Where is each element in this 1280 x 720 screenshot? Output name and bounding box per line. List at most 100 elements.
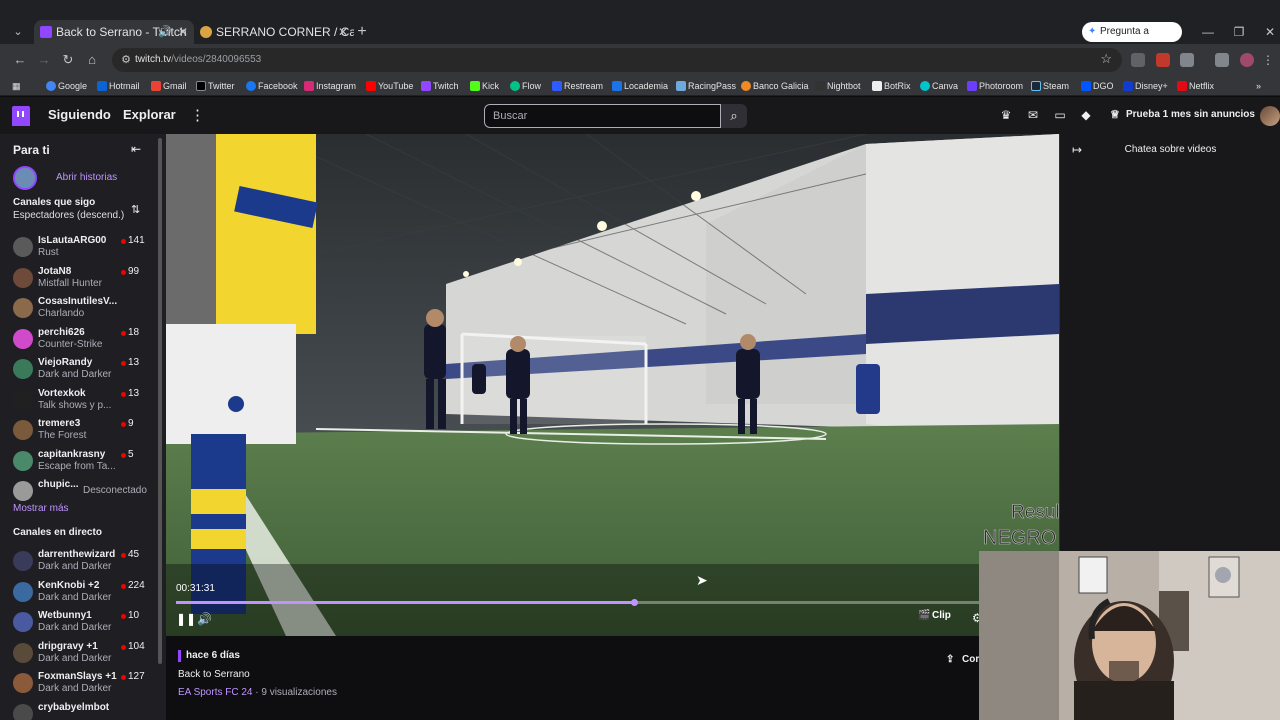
live-indicator-icon xyxy=(121,330,126,336)
browser-tab-bar: ⌄ Back to Serrano - Twitch 🔊 ✕ SERRANO C… xyxy=(0,0,1280,57)
media-control-icon[interactable] xyxy=(1215,53,1229,67)
bookmark-racingpass[interactable]: RacingPass xyxy=(676,79,736,93)
followed-channel-row[interactable]: capitankrasny Escape from Ta... 5 xyxy=(0,447,166,477)
bookmark-flow[interactable]: Flow xyxy=(510,79,541,93)
instagram-icon xyxy=(304,81,314,91)
extension-icon[interactable] xyxy=(1131,53,1145,67)
twitch-logo-icon[interactable] xyxy=(12,106,30,126)
followed-channel-row[interactable]: IsLautaARG00 Rust 141 xyxy=(0,233,166,263)
bookmark-canva[interactable]: Canva xyxy=(920,79,958,93)
search-icon[interactable]: ⌕ xyxy=(721,104,747,128)
kick-icon xyxy=(470,81,480,91)
nav-browse[interactable]: Explorar xyxy=(123,107,176,122)
tab-twitch[interactable]: Back to Serrano - Twitch 🔊 ✕ xyxy=(34,20,194,44)
collapse-sidebar-icon[interactable]: ⇤ xyxy=(131,142,141,156)
sort-icon[interactable]: ⇅ xyxy=(131,203,140,216)
followed-channel-row[interactable]: tremere3 The Forest 9 xyxy=(0,416,166,446)
youtube-icon xyxy=(366,81,376,91)
bookmark-star-icon[interactable]: ☆ xyxy=(1100,51,1112,67)
bookmark-restream[interactable]: Restream xyxy=(552,79,603,93)
profile-avatar-icon[interactable] xyxy=(1240,53,1254,67)
bookmark-photoroom[interactable]: Photoroom xyxy=(967,79,1023,93)
bookmark-instagram[interactable]: Instagram xyxy=(304,79,356,93)
address-bar[interactable]: ⚙ twitch.tv/videos/2840096553 ☆ xyxy=(112,48,1122,72)
apps-grid-icon[interactable]: ▦ xyxy=(12,79,21,93)
live-indicator-icon xyxy=(121,422,126,427)
channel-name: crybabyelmbot xyxy=(38,701,110,713)
live-channel-row[interactable]: dripgravy +1 Dark and Darker 104 xyxy=(0,639,166,669)
live-channel-row[interactable]: crybabyelmbot xyxy=(0,700,166,720)
search-input[interactable] xyxy=(484,104,721,128)
viewer-count: 141 xyxy=(128,235,145,246)
bookmark-banco-galicia[interactable]: Banco Galicia xyxy=(741,79,809,93)
site-info-icon[interactable]: ⚙ xyxy=(118,52,134,68)
followed-channel-row[interactable]: Vortexkok Talk shows y p... 13 xyxy=(0,386,166,416)
followed-channel-row[interactable]: JotaN8 Mistfall Hunter 99 xyxy=(0,264,166,294)
more-bookmarks-icon[interactable]: » xyxy=(1256,79,1261,93)
back-icon[interactable]: ← xyxy=(10,50,30,70)
seek-bar-handle[interactable] xyxy=(630,599,638,606)
bookmark-twitter[interactable]: Twitter xyxy=(196,79,235,93)
bookmark-facebook[interactable]: Facebook xyxy=(246,79,298,93)
new-tab-button[interactable]: + xyxy=(352,22,372,42)
followed-channel-row[interactable]: CosasInutilesV... Charlando xyxy=(0,294,166,324)
tab-serrano-corner[interactable]: SERRANO CORNER / Cancha 5 ✕ xyxy=(194,20,354,44)
pause-icon[interactable]: ❚❚ xyxy=(176,612,196,626)
whispers-icon[interactable]: ▭ xyxy=(1053,108,1067,122)
bookmark-kick[interactable]: Kick xyxy=(470,79,499,93)
close-tab-icon[interactable]: ✕ xyxy=(338,20,348,44)
sidebar-scrollbar[interactable] xyxy=(158,138,162,664)
bookmark-youtube[interactable]: YouTube xyxy=(366,79,413,93)
inbox-icon[interactable]: ✉ xyxy=(1026,108,1040,122)
bookmark-twitch[interactable]: Twitch xyxy=(421,79,459,93)
tab-search-icon[interactable]: ⌄ xyxy=(6,22,30,42)
user-avatar[interactable] xyxy=(1260,106,1280,126)
browser-menu-icon[interactable]: ⋮ xyxy=(1262,53,1276,67)
volume-icon[interactable]: 🔊 xyxy=(197,612,212,626)
channel-name: darrenthewizard xyxy=(38,549,116,560)
bookmark-botrix[interactable]: BotRix xyxy=(872,79,911,93)
crown-icon[interactable]: ♛ xyxy=(999,108,1013,122)
channel-name: FoxmanSlays +1 xyxy=(38,671,117,682)
channel-game: Dark and Darker xyxy=(38,369,112,380)
close-tab-icon[interactable]: ✕ xyxy=(178,20,188,44)
channel-avatar xyxy=(13,703,33,720)
share-button[interactable]: ⇪ Cor xyxy=(946,654,979,665)
restore-icon[interactable]: ❐ xyxy=(1229,24,1249,40)
bits-icon[interactable]: ◆ xyxy=(1079,108,1093,122)
live-channel-row[interactable]: FoxmanSlays +1 Dark and Darker 127 xyxy=(0,669,166,699)
reload-icon[interactable]: ↻ xyxy=(58,50,78,70)
bookmark-hotmail[interactable]: Hotmail xyxy=(97,79,140,93)
gemini-button[interactable]: ✦ Pregunta a Gemini xyxy=(1082,22,1182,57)
speaker-icon[interactable]: 🔊 xyxy=(158,20,172,44)
nav-following[interactable]: Siguiendo xyxy=(48,107,111,122)
prime-button[interactable]: ♕ Prueba 1 mes sin anuncios xyxy=(1106,105,1255,125)
forward-icon[interactable]: → xyxy=(34,50,54,70)
live-channel-row[interactable]: KenKnobi +2 Dark and Darker 224 xyxy=(0,578,166,608)
bookmark-gmail[interactable]: Gmail xyxy=(151,79,187,93)
live-indicator-icon xyxy=(121,675,126,680)
more-options-icon[interactable]: ⋮ xyxy=(190,106,205,124)
bookmark-disney[interactable]: Disney+ xyxy=(1123,79,1168,93)
clip-button[interactable]: 🎬 Clip xyxy=(918,610,951,621)
extension-icon[interactable] xyxy=(1156,53,1170,67)
bookmark-nightbot[interactable]: Nightbot xyxy=(815,79,861,93)
video-player[interactable]: Resultado NEGRO 5 - 1 BLANCO 00:31:31 ❚❚… xyxy=(166,134,1059,636)
bookmark-dgo[interactable]: DGO xyxy=(1081,79,1114,93)
channel-avatar xyxy=(13,267,33,288)
bookmark-google[interactable]: Google xyxy=(46,79,87,93)
video-game-link[interactable]: EA Sports FC 24 xyxy=(178,687,252,698)
minimize-icon[interactable]: — xyxy=(1198,24,1218,40)
show-more-link[interactable]: Mostrar más xyxy=(13,503,69,514)
followed-channel-row[interactable]: perchi626 Counter-Strike 18 xyxy=(0,325,166,355)
followed-channel-row[interactable]: ViejoRandy Dark and Darker 13 xyxy=(0,355,166,385)
extensions-puzzle-icon[interactable] xyxy=(1180,53,1194,67)
seek-bar[interactable] xyxy=(176,599,979,606)
live-channel-row[interactable]: Wetbunny1 Dark and Darker 10 xyxy=(0,608,166,638)
live-channel-row[interactable]: darrenthewizard Dark and Darker 45 xyxy=(0,547,166,577)
bookmark-steam[interactable]: Steam xyxy=(1031,79,1069,93)
home-icon[interactable]: ⌂ xyxy=(82,50,102,70)
bookmark-netflix[interactable]: Netflix xyxy=(1177,79,1214,93)
bookmark-locademia[interactable]: Locademia xyxy=(612,79,668,93)
window-close-icon[interactable]: ✕ xyxy=(1260,24,1280,40)
